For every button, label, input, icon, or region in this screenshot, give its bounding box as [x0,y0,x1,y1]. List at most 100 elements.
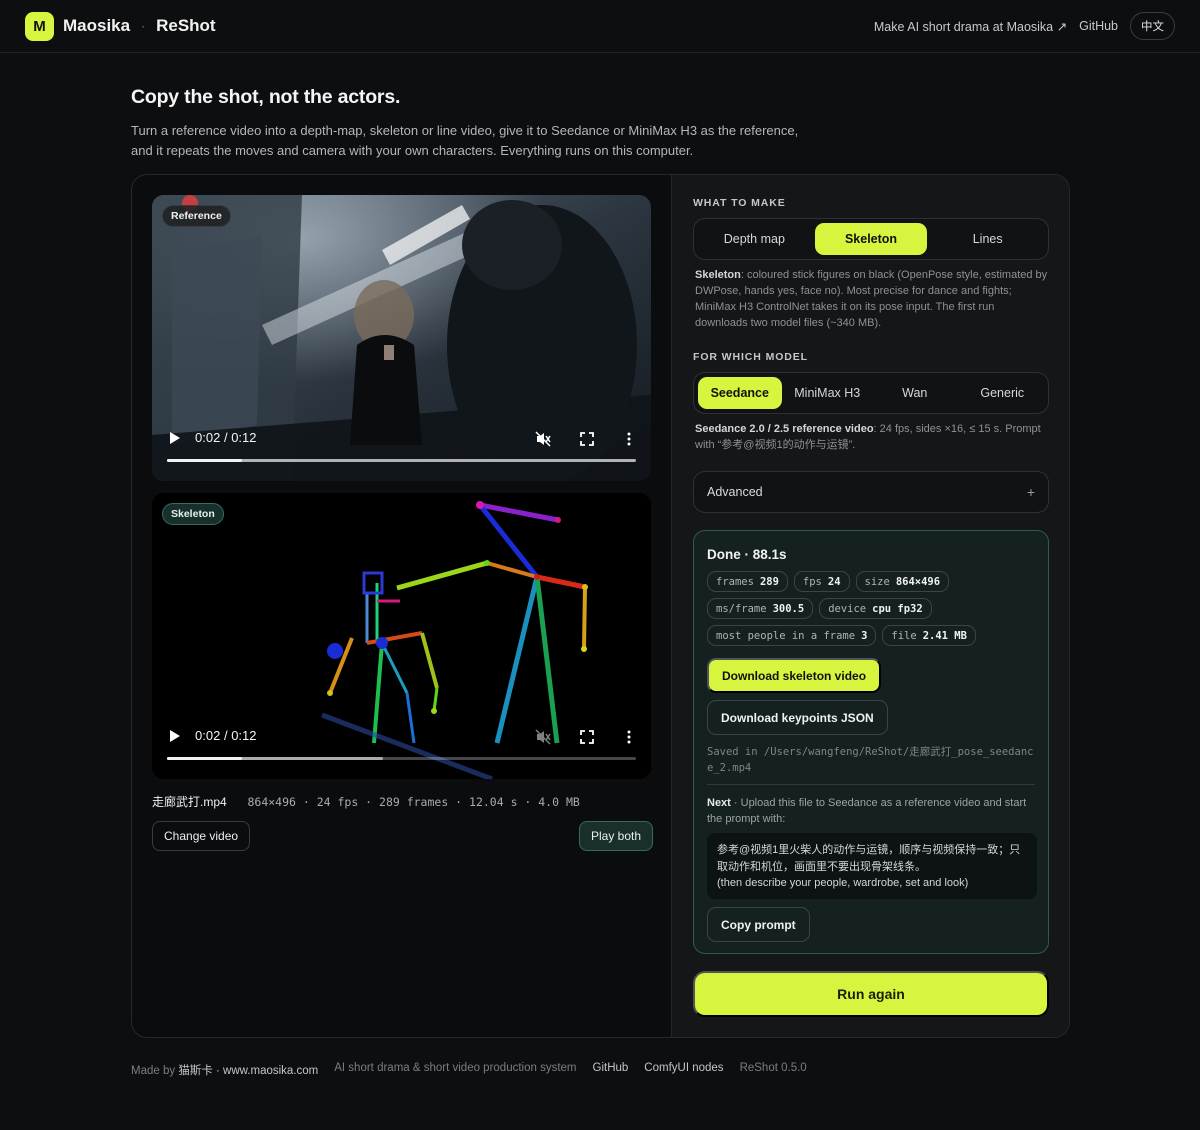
stat-value: 24 [827,575,841,588]
stat-chip: size 864×496 [855,571,950,592]
time-total: 0:12 [231,430,257,445]
made-by-name[interactable]: 猫斯卡 · www.maosika.com [178,1065,318,1077]
stat-key: file [891,629,917,642]
github-link[interactable]: GitHub [1079,19,1118,33]
result-stats: frames 289 fps 24 size 864×496 ms/frame 300.… [707,571,1042,646]
stat-value: 289 [759,575,779,588]
option-seedance[interactable]: Seedance [698,377,782,409]
skeleton-time: 0:02 / 0:12 [195,728,257,743]
option-wan[interactable]: Wan [873,377,957,409]
brand-name[interactable]: Maosika [63,16,130,36]
fullscreen-icon[interactable] [579,729,595,745]
option-minimax-h3[interactable]: MiniMax H3 [786,377,870,409]
option-generic[interactable]: Generic [961,377,1045,409]
stat-value: 864×496 [895,575,941,588]
output-type-selector: Depth map Skeleton Lines [693,218,1049,260]
copy-prompt-button[interactable]: Copy prompt [707,907,810,942]
skeleton-seek-bar[interactable] [167,757,636,760]
top-bar: M Maosika · ReShot Make AI short drama a… [0,0,1200,53]
stat-chip: ms/frame 300.5 [707,598,814,619]
stat-key: device [828,602,867,615]
reference-video-controls: 0:02 / 0:12 [152,421,651,481]
stat-key: most people in a frame [716,629,856,642]
next-step: Next · Upload this file to Seedance as a… [707,795,1037,827]
output-type-desc-strong: Skeleton [695,269,741,281]
next-label: Next [707,797,731,809]
stat-key: fps [802,575,822,588]
option-depth-map[interactable]: Depth map [698,223,811,255]
language-toggle-button[interactable]: 中文 [1130,12,1175,40]
prompt-text[interactable]: 参考@视频1里火柴人的动作与运镜，顺序与视频保持一致；只取动作和机位，画面里不要… [707,833,1037,899]
time-total: 0:12 [231,728,257,743]
fullscreen-icon[interactable] [579,431,595,447]
stat-chip: device cpu fp32 [819,598,932,619]
footer-github-link[interactable]: GitHub [593,1062,629,1078]
footer: Made by 猫斯卡 · www.maosika.com AI short d… [131,1062,807,1078]
result-title: Done · 88.1s [707,547,787,562]
model-selector: Seedance MiniMax H3 Wan Generic [693,372,1049,414]
saved-path: Saved in /Users/wangfeng/ReShot/走廊武打_pos… [707,746,1034,774]
skeleton-video[interactable]: Skeleton 0:02 / 0:12 [152,493,651,779]
change-video-button[interactable]: Change video [152,821,251,851]
play-icon[interactable] [168,431,182,445]
more-options-icon[interactable] [621,729,637,745]
footer-tagline: AI short drama & short video production … [334,1062,577,1074]
skeleton-progress [167,757,243,760]
reference-video[interactable]: Reference 0:02 / 0:12 [152,195,651,481]
stat-key: ms/frame [716,602,767,615]
next-text: · Upload this file to Seedance as a refe… [707,797,1027,825]
stat-value: 300.5 [772,602,805,615]
file-meta: 864×496 · 24 fps · 289 frames · 12.04 s … [247,795,580,809]
option-skeleton[interactable]: Skeleton [814,223,928,255]
reference-progress [167,459,243,462]
download-keypoints-json-button[interactable]: Download keypoints JSON [707,700,888,735]
page-description: Turn a reference video into a depth-map,… [131,123,799,158]
stat-key: size [864,575,890,588]
advanced-toggle[interactable]: Advanced + [693,471,1049,513]
stat-chip: frames 289 [707,571,788,592]
skeleton-badge: Skeleton [162,503,224,525]
brand-logo[interactable]: M [25,11,54,41]
stat-chip: fps 24 [793,571,850,592]
stat-value: 3 [861,629,868,642]
reference-seek-bar[interactable] [167,459,636,462]
top-nav: Make AI short drama at Maosika ↗ GitHub … [874,12,1175,40]
footer-version: ReShot 0.5.0 [739,1062,807,1074]
result-panel: Done · 88.1s frames 289 fps 24 size 864×496… [693,530,1049,954]
skeleton-video-controls: 0:02 / 0:12 [152,719,651,779]
mute-icon[interactable] [535,729,551,745]
settings-panel: WHAT TO MAKE Depth map Skeleton Lines Sk… [671,175,1069,1037]
run-again-button[interactable]: Run again [693,971,1049,1017]
plus-icon: + [1026,484,1035,500]
for-which-model-label: FOR WHICH MODEL [693,351,808,363]
output-type-desc-text: : coloured stick figures on black (OpenP… [695,269,1048,329]
what-to-make-label: WHAT TO MAKE [693,197,786,209]
play-both-button[interactable]: Play both [579,821,654,851]
main-card: Reference 0:02 / 0:12 Skeleton 0:02 / 0:… [131,174,1070,1038]
brand-separator: · [141,19,146,33]
model-description: Seedance 2.0 / 2.5 reference video: 24 f… [695,421,1050,453]
footer-made-by: Made by 猫斯卡 · www.maosika.com [131,1062,318,1078]
hero: Copy the shot, not the actors. Turn a re… [131,86,831,160]
time-separator: / [223,728,228,743]
stat-chip: file 2.41 MB [882,625,976,646]
file-info: 走廊武打.mp4 864×496 · 24 fps · 289 frames ·… [152,793,580,810]
advanced-label: Advanced [707,485,763,499]
mute-icon[interactable] [535,431,551,447]
more-options-icon[interactable] [621,431,637,447]
option-lines[interactable]: Lines [931,223,1044,255]
make-drama-link[interactable]: Make AI short drama at Maosika ↗ [874,19,1067,34]
stat-chip: most people in a frame 3 [707,625,877,646]
footer-comfyui-link[interactable]: ComfyUI nodes [644,1062,723,1078]
result-divider [707,784,1035,785]
stat-value: 2.41 MB [922,629,967,642]
model-desc-strong: Seedance 2.0 / 2.5 reference video [695,423,874,435]
download-skeleton-video-button[interactable]: Download skeleton video [707,658,882,693]
reference-badge: Reference [162,205,231,227]
made-by-prefix: Made by [131,1065,179,1077]
page-title: Copy the shot, not the actors. [131,86,401,108]
stat-key: frames [716,575,754,588]
play-icon[interactable] [168,729,182,743]
time-separator: / [223,430,228,445]
product-name: ReShot [156,16,216,35]
